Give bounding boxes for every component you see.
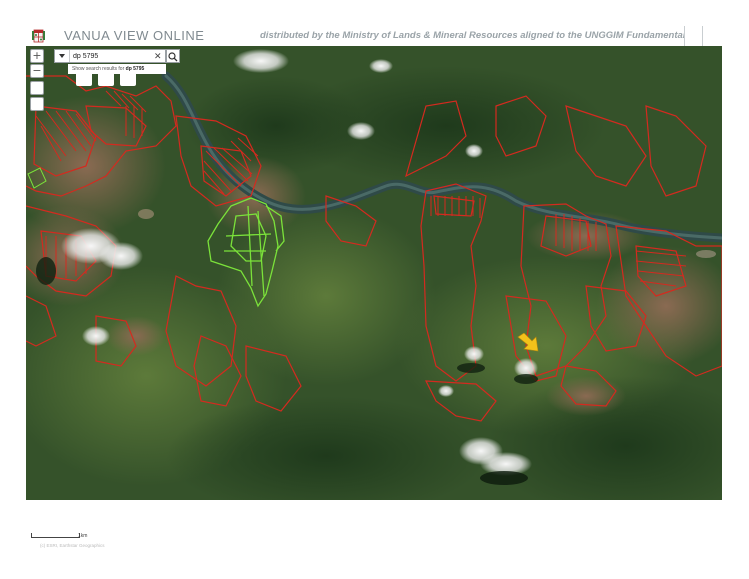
scale-bar — [31, 533, 80, 538]
app-subtitle: distributed by the Ministry of Lands & M… — [260, 30, 684, 41]
search-source-dropdown[interactable] — [55, 50, 70, 62]
suggestion-term: dp 5795 — [125, 66, 145, 72]
attribution-text: (c) ESRI, Earthstar Geographics — [40, 543, 105, 548]
map-tool-button[interactable] — [30, 81, 44, 95]
fiji-coat-of-arms-icon — [32, 29, 45, 43]
map-view[interactable] — [26, 46, 722, 500]
search-widget: ✕ — [54, 49, 166, 63]
header-divider — [684, 26, 685, 46]
header-divider — [702, 26, 703, 46]
result-tab[interactable] — [120, 74, 136, 86]
close-icon[interactable]: ✕ — [154, 50, 162, 62]
search-button[interactable] — [166, 49, 180, 63]
arrow-marker-icon — [517, 333, 539, 352]
search-icon — [168, 52, 178, 62]
search-input[interactable] — [73, 50, 145, 62]
map-tool-button[interactable] — [30, 97, 44, 111]
result-tab[interactable] — [76, 74, 92, 86]
satellite-imagery — [26, 46, 722, 500]
search-suggestion[interactable]: Show search results for dp 5795 — [68, 64, 166, 74]
result-tab[interactable] — [98, 74, 114, 86]
suggestion-prefix: Show search results for — [72, 66, 126, 72]
zoom-out-button[interactable]: − — [30, 64, 44, 78]
zoom-in-button[interactable]: + — [30, 49, 44, 63]
app-title: VANUA VIEW ONLINE — [64, 28, 205, 43]
app-header: VANUA VIEW ONLINE distributed by the Min… — [26, 26, 722, 46]
scale-label: 1km — [78, 533, 88, 539]
